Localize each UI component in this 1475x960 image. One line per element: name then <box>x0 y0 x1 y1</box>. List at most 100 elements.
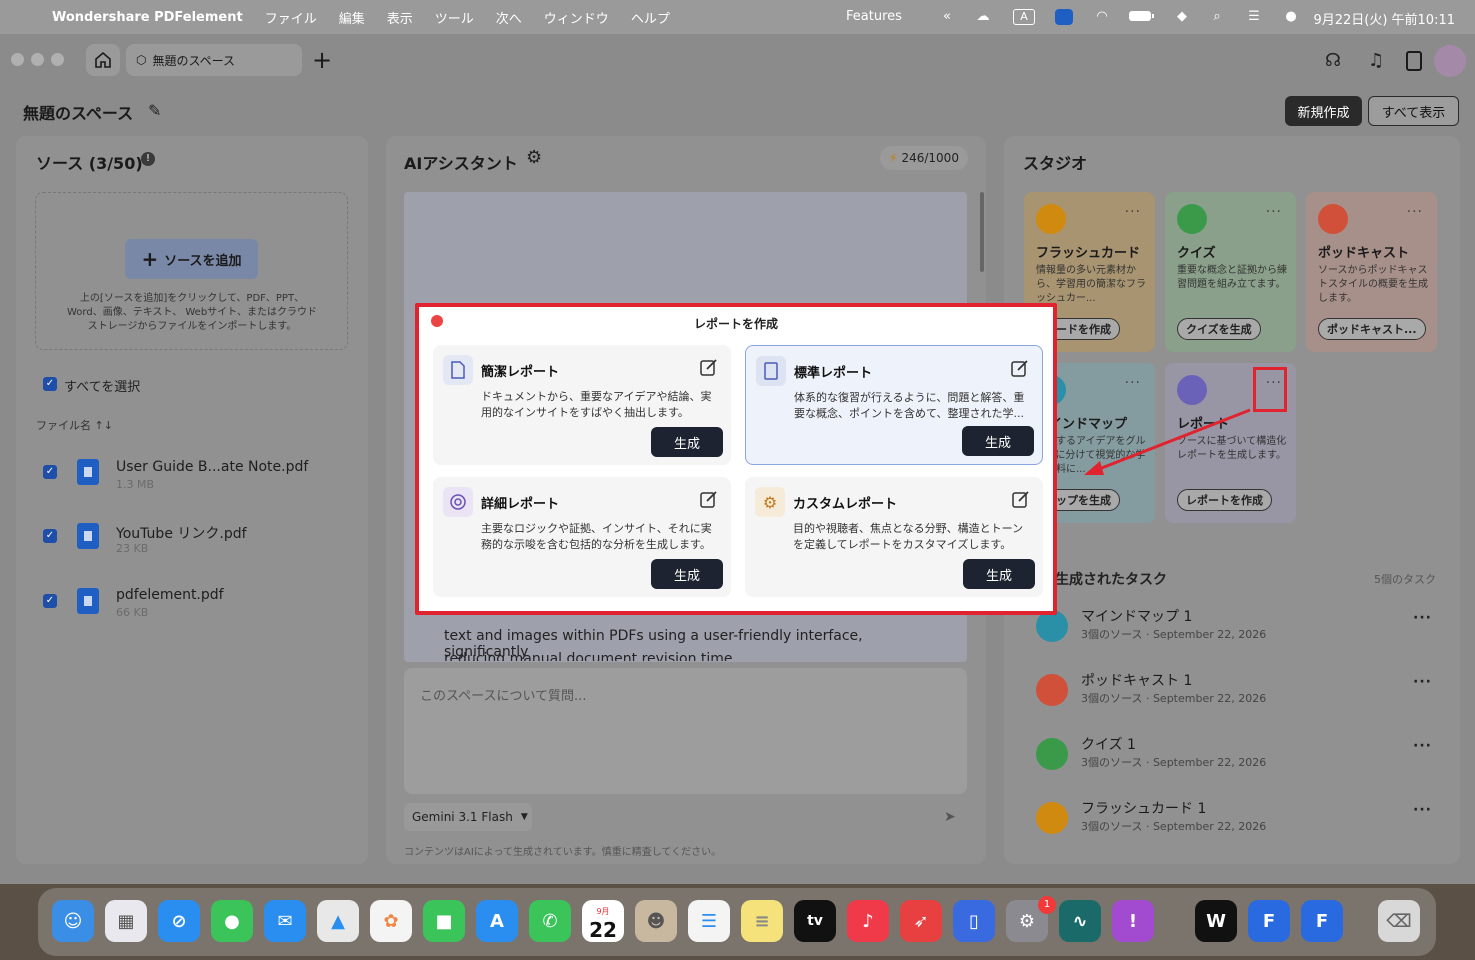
input-source-icon[interactable]: A <box>1013 9 1035 25</box>
edit-icon[interactable] <box>1010 358 1030 378</box>
show-all-button[interactable]: すべて表示 <box>1368 96 1459 126</box>
device-icon[interactable] <box>1406 51 1422 71</box>
rocket-icon[interactable]: ➶ <box>900 900 942 942</box>
space-tab[interactable]: ⬡ 無題のスペース <box>126 44 302 76</box>
more-icon[interactable]: ··· <box>1125 204 1141 220</box>
studio-card-podcast[interactable]: ··· ポッドキャスト ソースからポッドキャストスタイルの概要を生成します。 ポ… <box>1306 192 1437 352</box>
notes-icon[interactable]: ≡ <box>741 900 783 942</box>
more-icon[interactable]: ··· <box>1407 204 1423 220</box>
more-icon[interactable]: ··· <box>1413 802 1432 818</box>
file-name[interactable]: pdfelement.pdf <box>116 587 224 603</box>
phone-mirroring-icon[interactable]: ▯ <box>953 900 995 942</box>
task-item[interactable]: マインドマップ 1 3個のソース · September 22, 2026 ··… <box>1036 604 1446 654</box>
create-report-button[interactable]: レポートを作成 <box>1177 489 1272 511</box>
report-option-detailed[interactable]: 詳細レポート 主要なロジックや証拠、インサイト、それに実務的な示唆を含む包括的な… <box>433 477 731 597</box>
wifi-icon[interactable]: ◠ <box>1093 9 1111 25</box>
siri-icon[interactable]: ● <box>1282 9 1300 25</box>
file-checkbox[interactable]: ✓ <box>43 529 57 543</box>
support-headset-icon[interactable]: ☊ <box>1325 50 1341 71</box>
gear-icon[interactable]: ⚙ <box>526 147 542 168</box>
wondershare-icon[interactable]: W <box>1195 900 1237 942</box>
menu-edit[interactable]: 編集 <box>339 8 365 27</box>
generate-button[interactable]: 生成 <box>651 427 723 457</box>
calendar-icon[interactable]: 9月 22 <box>582 900 624 942</box>
generate-button[interactable]: 生成 <box>962 426 1034 456</box>
menu-help[interactable]: ヘルプ <box>631 8 670 27</box>
send-icon[interactable]: ➤ <box>944 809 956 825</box>
task-item[interactable]: ポッドキャスト 1 3個のソース · September 22, 2026 ··… <box>1036 668 1446 718</box>
phone-icon[interactable]: ✆ <box>529 900 571 942</box>
info-icon[interactable]: ! <box>141 152 155 166</box>
mail-icon[interactable]: ✉ <box>264 900 306 942</box>
select-all-checkbox[interactable]: ✓ <box>43 377 57 391</box>
battery-icon[interactable] <box>1128 9 1156 25</box>
trash-icon[interactable]: ⌫ <box>1378 900 1420 942</box>
menubar-clock[interactable]: 9月22日(火) 午前10:11 <box>1313 9 1455 28</box>
edit-icon[interactable] <box>699 489 719 509</box>
control-center-icon[interactable]: ☰ <box>1245 9 1263 25</box>
file-name[interactable]: YouTube リンク.pdf <box>116 523 247 543</box>
double-chevron-left-icon[interactable]: « <box>938 9 956 25</box>
more-icon[interactable]: ··· <box>1413 610 1432 626</box>
features-menu[interactable]: Features <box>846 9 902 24</box>
spotlight-search-icon[interactable]: ⌕ <box>1208 9 1226 25</box>
facetime-icon[interactable]: ■ <box>423 900 465 942</box>
finder-icon[interactable]: ☺ <box>52 900 94 942</box>
pdfelement-icon[interactable]: F <box>1248 900 1290 942</box>
menu-tools[interactable]: ツール <box>435 8 474 27</box>
maps-icon[interactable]: ▲ <box>317 900 359 942</box>
app-store-icon[interactable]: A <box>476 900 518 942</box>
report-option-concise[interactable]: 簡潔レポート ドキュメントから、重要なアイデアや結論、実用的なインサイトをすばや… <box>433 345 731 465</box>
avatar[interactable] <box>1434 45 1466 77</box>
more-icon[interactable]: ··· <box>1413 674 1432 690</box>
add-source-button[interactable]: + ソースを追加 <box>125 239 258 279</box>
menu-next[interactable]: 次へ <box>496 8 522 27</box>
apple-tv-icon[interactable]: tv <box>794 900 836 942</box>
generate-quiz-button[interactable]: クイズを生成 <box>1177 318 1261 340</box>
create-podcast-button[interactable]: ポッドキャスト... <box>1318 318 1426 340</box>
music-icon[interactable]: ♪ <box>847 900 889 942</box>
report-option-standard[interactable]: 標準レポート 体系的な復習が行えるように、問題と解答、重要な概念、ポイントを含め… <box>745 345 1043 465</box>
pdfelement-status-icon[interactable] <box>1055 9 1073 25</box>
file-checkbox[interactable]: ✓ <box>43 465 57 479</box>
launchpad-icon[interactable]: ▦ <box>105 900 147 942</box>
edit-icon[interactable] <box>699 357 719 377</box>
generate-button[interactable]: 生成 <box>651 559 723 589</box>
report-option-custom[interactable]: ⚙ カスタムレポート 目的や視聴者、焦点となる分野、構造とトーンを定義してレポー… <box>745 477 1043 597</box>
more-icon[interactable]: ··· <box>1413 738 1432 754</box>
window-close-button[interactable] <box>11 53 24 66</box>
creative-cloud-icon[interactable]: ☁ <box>974 9 992 25</box>
pdfelement-icon[interactable]: F <box>1301 900 1343 942</box>
studio-card-quiz[interactable]: ··· クイズ 重要な概念と証拠から練習問題を組み立てます。 クイズを生成 <box>1165 192 1296 352</box>
menu-view[interactable]: 表示 <box>387 8 413 27</box>
photos-icon[interactable]: ✿ <box>370 900 412 942</box>
messages-icon[interactable]: ● <box>211 900 253 942</box>
stack-icon[interactable]: ◆ <box>1173 9 1191 25</box>
file-name[interactable]: User Guide B...ate Note.pdf <box>116 459 308 475</box>
edit-title-icon[interactable]: ✎ <box>148 101 161 120</box>
contacts-icon[interactable]: ☻ <box>635 900 677 942</box>
home-button[interactable] <box>86 44 120 76</box>
feedback-icon[interactable]: ! <box>1112 900 1154 942</box>
model-select[interactable]: Gemini 3.1 Flash ▼ <box>404 803 532 831</box>
file-checkbox[interactable]: ✓ <box>43 594 57 608</box>
menu-window[interactable]: ウィンドウ <box>544 8 609 27</box>
more-icon[interactable]: ··· <box>1266 204 1282 220</box>
window-minimize-button[interactable] <box>31 53 44 66</box>
window-zoom-button[interactable] <box>51 53 64 66</box>
edit-icon[interactable] <box>1011 489 1031 509</box>
new-button[interactable]: 新規作成 <box>1285 96 1362 126</box>
notification-bell-icon[interactable]: ♫ <box>1368 50 1384 71</box>
more-icon[interactable]: ··· <box>1125 375 1141 391</box>
app-menu[interactable]: Wondershare PDFelement <box>52 10 243 25</box>
generate-button[interactable]: 生成 <box>963 559 1035 589</box>
task-item[interactable]: クイズ 1 3個のソース · September 22, 2026 ··· <box>1036 732 1446 782</box>
freeform-icon[interactable]: ∿ <box>1059 900 1101 942</box>
sort-by-filename[interactable]: ファイル名 ↑↓ <box>36 417 113 433</box>
chat-scrollbar[interactable] <box>980 192 984 272</box>
menu-file[interactable]: ファイル <box>265 8 317 27</box>
task-item[interactable]: フラッシュカード 1 3個のソース · September 22, 2026 ·… <box>1036 796 1446 846</box>
add-tab-button[interactable]: + <box>312 46 332 74</box>
safari-icon[interactable]: ⊘ <box>158 900 200 942</box>
reminders-icon[interactable]: ☰ <box>688 900 730 942</box>
